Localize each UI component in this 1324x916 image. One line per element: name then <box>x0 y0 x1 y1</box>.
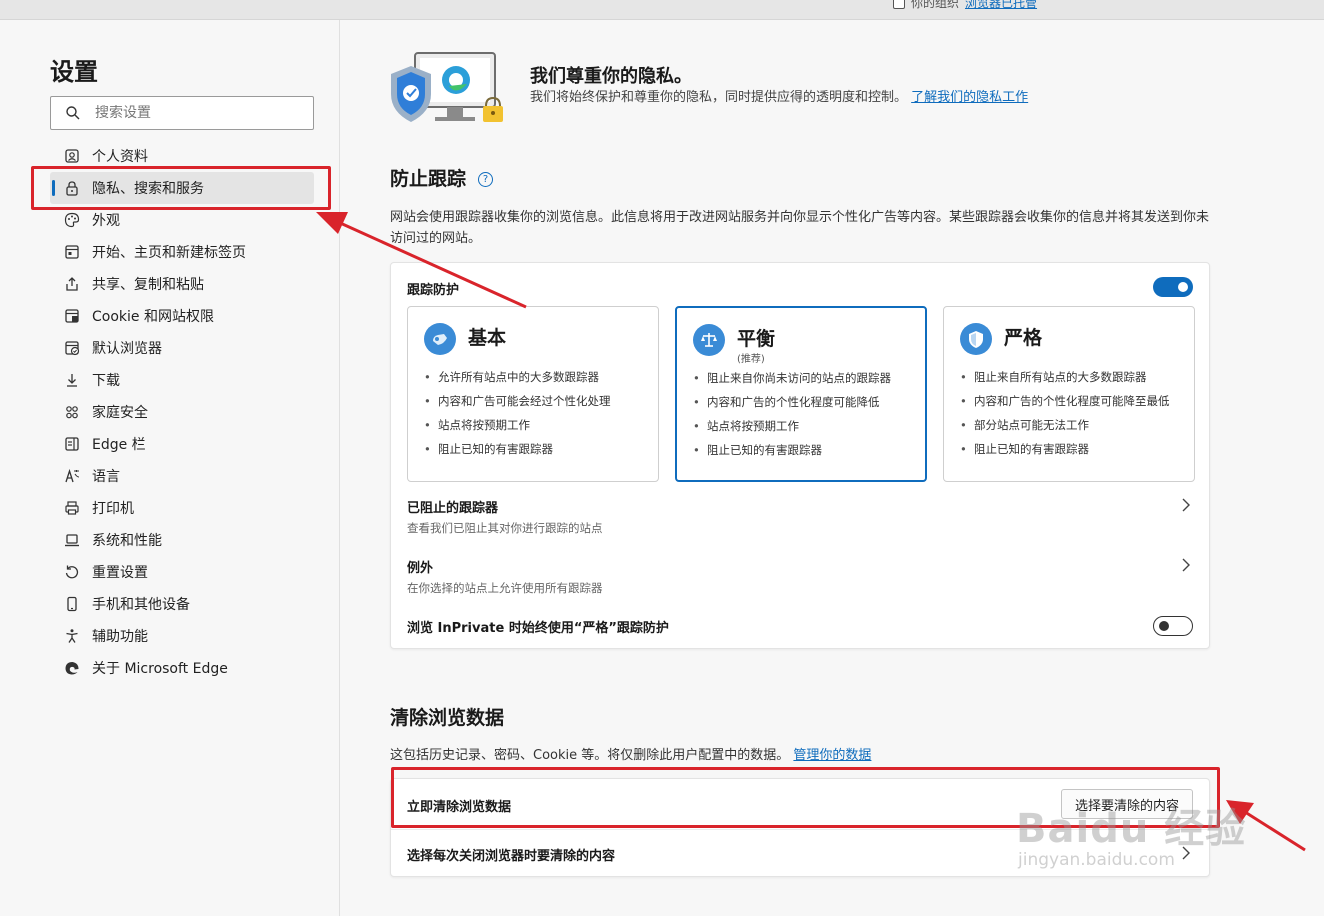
annotation-arrows <box>316 212 1306 852</box>
arrow-to-privacy-item <box>316 212 527 309</box>
watermark-logo: Baidu 经验 <box>1016 806 1247 852</box>
watermark: Baidu 经验 jingyan.baidu.com <box>1016 796 1246 870</box>
